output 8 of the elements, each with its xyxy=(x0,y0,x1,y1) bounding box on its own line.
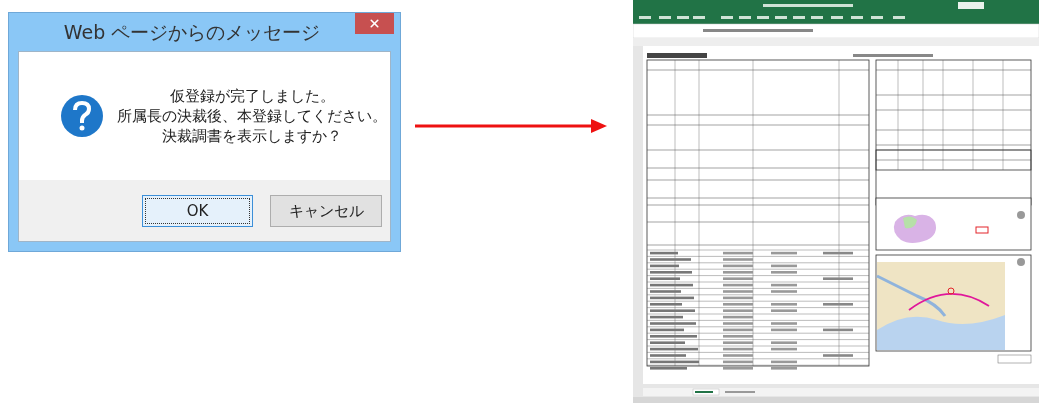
arrow-icon xyxy=(415,118,607,134)
window-title: Web ページからのメッセージ xyxy=(62,20,322,45)
question-icon xyxy=(61,95,103,137)
dialog-button[interactable]: キャンセル xyxy=(270,195,382,227)
close-button[interactable] xyxy=(355,13,394,34)
dialog-message: 仮登録が完了しました。 所属長の決裁後、本登録してください。 決裁調書を表示しますか？ xyxy=(117,86,387,146)
dialog-button[interactable]: OK xyxy=(142,195,253,227)
close-icon xyxy=(368,17,381,30)
